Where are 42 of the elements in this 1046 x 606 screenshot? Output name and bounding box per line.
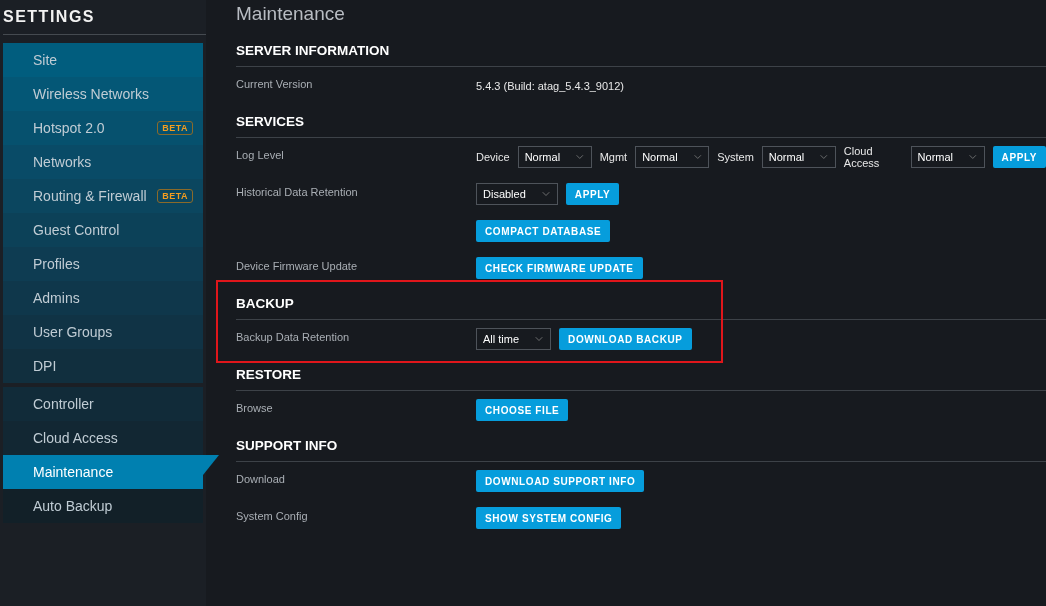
beta-badge: BETA [157,121,193,135]
sidebar-item[interactable]: Site [3,43,203,77]
sidebar-title: SETTINGS [3,0,206,35]
row-label: Log Level [236,149,284,161]
sidebar-item[interactable]: Wireless Networks [3,77,203,111]
sidebar-item[interactable]: Networks [3,145,203,179]
sidebar-item[interactable]: Guest Control [3,213,203,247]
sidebar-item[interactable]: DPI [3,349,203,383]
dropdown[interactable]: Normal [910,146,985,168]
version-text: 5.4.3 (Build: atag_5.4.3_9012) [476,80,624,92]
beta-badge: BETA [157,189,193,203]
dropdown[interactable]: Normal [517,146,592,168]
row-label: Backup Data Retention [236,331,350,343]
field-label: System [717,151,754,163]
sidebar-item[interactable]: Profiles [3,247,203,281]
dropdown[interactable]: Normal [761,146,836,168]
row-label: Download [236,473,285,485]
section-heading: BACKUP [236,290,1046,320]
row-label: Current Version [236,78,313,90]
pointer-notch-icon [203,455,219,475]
section-heading: SERVICES [236,108,1046,138]
sidebar-item[interactable]: Hotspot 2.0 BETA [3,111,203,145]
section-heading: SUPPORT INFO [236,432,1046,462]
dropdown[interactable]: All time [476,328,552,350]
sidebar-item[interactable]: User Groups [3,315,203,349]
dropdown[interactable]: Disabled [476,183,558,205]
dropdown[interactable]: Normal [635,146,710,168]
row-label: Device Firmware Update [236,260,358,272]
page-title: Maintenance [236,2,346,26]
sidebar-item[interactable]: Auto Backup [3,489,203,523]
sidebar-item[interactable]: Controller [3,387,203,421]
field-label: Mgmt [599,151,628,163]
sidebar-item[interactable]: Routing & Firewall BETA [3,179,203,213]
sidebar-item[interactable]: Admins [3,281,203,315]
row-label: System Config [236,510,308,522]
field-label: Cloud Access [843,145,881,169]
row-label: Browse [236,402,273,414]
section-heading: SERVER INFORMATION [236,37,1046,67]
field-label: Device [476,151,510,163]
section-heading: RESTORE [236,361,1046,391]
sidebar-item[interactable]: Cloud Access [3,421,203,455]
row-label: Historical Data Retention [236,186,358,198]
